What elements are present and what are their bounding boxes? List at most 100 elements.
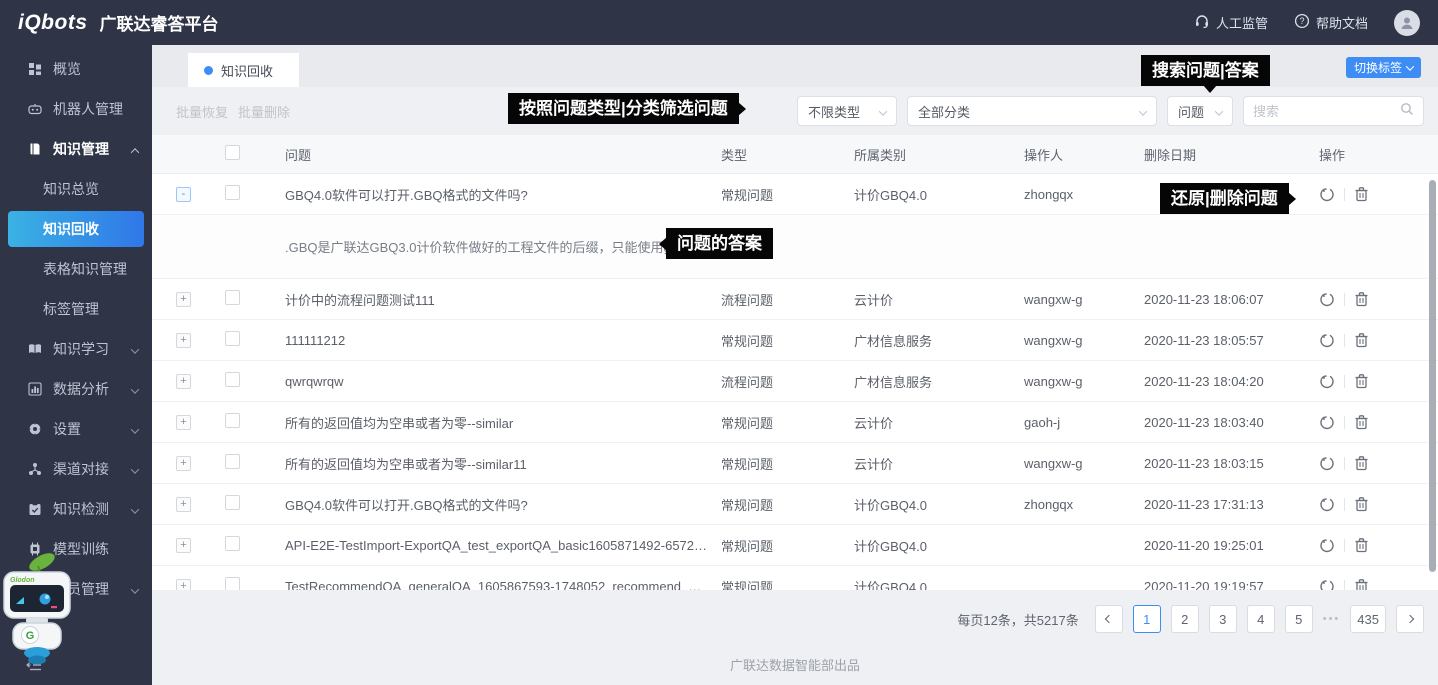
expand-row-button[interactable]: +: [176, 579, 191, 591]
operator-text: wangxw-g: [1024, 374, 1144, 389]
expand-row-button[interactable]: +: [176, 292, 191, 307]
delete-icon[interactable]: [1354, 455, 1369, 471]
category-filter-select[interactable]: 全部分类: [907, 96, 1157, 126]
sidebar-item-data-analysis[interactable]: 数据分析: [0, 369, 152, 409]
type-text: 常规问题: [721, 536, 854, 555]
mascot-robot[interactable]: Glodon G: [0, 550, 80, 673]
expand-row-button[interactable]: +: [176, 415, 191, 430]
switch-tag-button[interactable]: 切换标签: [1346, 57, 1421, 78]
page-button-5[interactable]: 5: [1285, 605, 1313, 633]
select-all-checkbox[interactable]: [225, 145, 240, 160]
restore-icon[interactable]: [1319, 186, 1335, 202]
row-checkbox[interactable]: [225, 290, 240, 305]
restore-icon[interactable]: [1319, 496, 1335, 512]
manual-supervision-link[interactable]: 人工监管: [1194, 13, 1268, 32]
date-text: 2020-11-23 18:05:57: [1144, 333, 1319, 348]
tab-knowledge-recycle[interactable]: 知识回收: [188, 53, 299, 87]
expand-row-button[interactable]: +: [176, 497, 191, 512]
date-text: 2020-11-23 18:06:07: [1144, 292, 1319, 307]
row-checkbox[interactable]: [225, 372, 240, 387]
gear-icon: [28, 422, 43, 437]
restore-icon[interactable]: [1319, 332, 1335, 348]
batch-delete-button[interactable]: 批量删除: [238, 102, 290, 121]
sidebar-item-knowledge-management[interactable]: 知识管理: [0, 129, 152, 169]
action-divider: [1344, 188, 1345, 201]
headset-icon: [1194, 13, 1210, 32]
expand-row-button[interactable]: +: [176, 538, 191, 553]
page-button-1[interactable]: 1: [1133, 605, 1161, 633]
question-text: 所有的返回值均为空串或者为零--similar11: [285, 454, 721, 473]
action-divider: [1344, 457, 1345, 470]
sidebar-item-overview[interactable]: 概览: [0, 49, 152, 89]
sidebar-item-knowledge-detection[interactable]: 知识检测: [0, 489, 152, 529]
sidebar-item-channel-integration[interactable]: 渠道对接: [0, 449, 152, 489]
sidebar-item-robot-management[interactable]: 机器人管理: [0, 89, 152, 129]
col-action: 操作: [1319, 145, 1414, 164]
action-divider: [1344, 498, 1345, 511]
sidebar-item-knowledge-learning[interactable]: 知识学习: [0, 329, 152, 369]
prev-page-button[interactable]: [1095, 605, 1123, 633]
row-checkbox[interactable]: [225, 495, 240, 510]
svg-text:Glodon: Glodon: [10, 577, 35, 584]
delete-icon[interactable]: [1354, 496, 1369, 512]
expand-row-button[interactable]: +: [176, 374, 191, 389]
row-checkbox[interactable]: [225, 536, 240, 551]
annotation-search-tip: 搜索问题|答案: [1141, 55, 1270, 86]
restore-icon[interactable]: [1319, 414, 1335, 430]
page-button-4[interactable]: 4: [1247, 605, 1275, 633]
delete-icon[interactable]: [1354, 291, 1369, 307]
chevron-left-icon: [1104, 615, 1112, 623]
batch-restore-button[interactable]: 批量恢复: [176, 102, 228, 121]
page-ellipsis[interactable]: •••: [1323, 613, 1341, 625]
chevron-down-icon: [132, 581, 138, 597]
table-scrollbar[interactable]: [1429, 180, 1436, 572]
sidebar-subitem-tag-management[interactable]: 标签管理: [0, 289, 152, 329]
expand-row-button[interactable]: +: [176, 456, 191, 471]
search-field-select[interactable]: 问题: [1167, 96, 1233, 126]
type-text: 常规问题: [721, 454, 854, 473]
row-checkbox[interactable]: [225, 185, 240, 200]
restore-icon[interactable]: [1319, 578, 1335, 590]
next-page-button[interactable]: [1396, 605, 1424, 633]
user-avatar[interactable]: [1394, 10, 1420, 36]
action-divider: [1344, 539, 1345, 552]
search-icon[interactable]: [1400, 102, 1414, 121]
type-text: 常规问题: [721, 185, 854, 204]
restore-icon[interactable]: [1319, 455, 1335, 471]
page-button-last[interactable]: 435: [1350, 605, 1386, 633]
delete-icon[interactable]: [1354, 186, 1369, 202]
restore-icon[interactable]: [1319, 291, 1335, 307]
delete-icon[interactable]: [1354, 414, 1369, 430]
page: iQbots 广联达睿答平台 人工监管 ? 帮助文档 概览: [0, 0, 1438, 685]
question-text: 计价中的流程问题测试111: [285, 290, 721, 309]
help-docs-link[interactable]: ? 帮助文档: [1294, 13, 1368, 32]
row-checkbox[interactable]: [225, 413, 240, 428]
type-filter-select[interactable]: 不限类型: [797, 96, 897, 126]
row-checkbox[interactable]: [225, 577, 240, 590]
page-button-2[interactable]: 2: [1171, 605, 1199, 633]
sidebar-subitem-knowledge-recycle[interactable]: 知识回收: [8, 211, 144, 247]
svg-text:?: ?: [1299, 16, 1304, 26]
collapse-row-button[interactable]: -: [176, 187, 191, 202]
question-text: API-E2E-TestImport-ExportQA_test_exportQ…: [285, 538, 721, 553]
table-row: + 所有的返回值均为空串或者为零--similar11 常规问题 云计价 wan…: [152, 443, 1438, 484]
table-row: + 所有的返回值均为空串或者为零--similar 常规问题 云计价 gaoh-…: [152, 402, 1438, 443]
delete-icon[interactable]: [1354, 578, 1369, 590]
sidebar-subitem-knowledge-overview[interactable]: 知识总览: [0, 169, 152, 209]
action-divider: [1344, 375, 1345, 388]
robot-icon: [28, 102, 43, 117]
action-divider: [1344, 580, 1345, 591]
search-input[interactable]: [1253, 104, 1400, 119]
row-checkbox[interactable]: [225, 454, 240, 469]
page-button-3[interactable]: 3: [1209, 605, 1237, 633]
row-checkbox[interactable]: [225, 331, 240, 346]
restore-icon[interactable]: [1319, 373, 1335, 389]
delete-icon[interactable]: [1354, 332, 1369, 348]
delete-icon[interactable]: [1354, 373, 1369, 389]
restore-icon[interactable]: [1319, 537, 1335, 553]
expand-row-button[interactable]: +: [176, 333, 191, 348]
sidebar-item-settings[interactable]: 设置: [0, 409, 152, 449]
sidebar-subitem-table-knowledge-management[interactable]: 表格知识管理: [0, 249, 152, 289]
delete-icon[interactable]: [1354, 537, 1369, 553]
date-text: 2020-11-20 19:19:57: [1144, 579, 1319, 591]
